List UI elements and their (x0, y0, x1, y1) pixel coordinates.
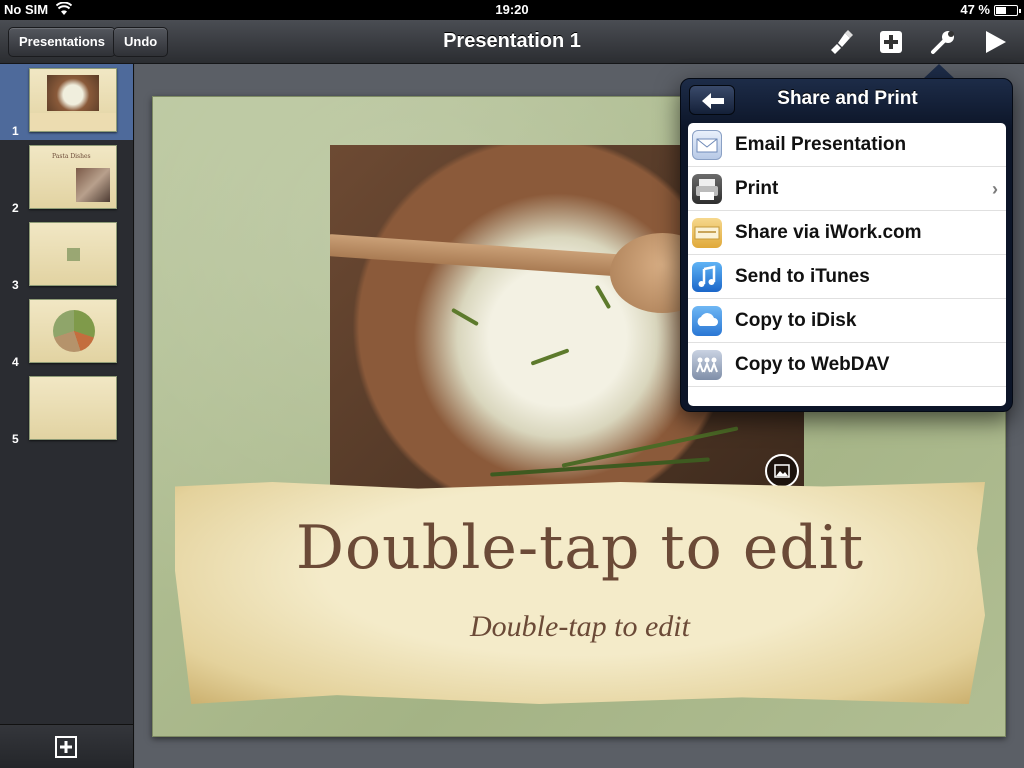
item-label: Copy to iDisk (735, 310, 857, 331)
pie-chart-icon (53, 310, 95, 352)
slide-thumbnail-1[interactable]: 1 (0, 64, 133, 140)
toolbar: Presentations Undo Presentation 1 (0, 20, 1024, 64)
slide-thumbnail-image (29, 68, 117, 132)
add-slide-icon[interactable] (55, 736, 77, 758)
item-label: Copy to WebDAV (735, 354, 890, 375)
slide-number: 5 (12, 432, 19, 446)
slide-thumbnail-image (29, 299, 117, 363)
slide-thumbnail-image: Pasta Dishes (29, 145, 117, 209)
item-label: Email Presentation (735, 134, 907, 155)
share-print-popover: Share and Print Email Presentation Print… (680, 78, 1013, 412)
email-presentation-item[interactable]: Email Presentation (688, 123, 1006, 167)
slide-title[interactable]: Double-tap to edit (153, 513, 1007, 583)
share-iwork-item[interactable]: Share via iWork.com (688, 211, 1006, 255)
thumbnail-caption: Pasta Dishes (52, 153, 91, 160)
insert-plus-icon[interactable] (876, 28, 906, 56)
slide-number: 2 (12, 201, 19, 215)
slide-subtitle[interactable]: Double-tap to edit (153, 610, 1007, 644)
battery-icon (994, 5, 1021, 16)
tools-wrench-icon[interactable] (928, 28, 958, 56)
copy-webdav-item[interactable]: Copy to WebDAV (688, 343, 1006, 387)
item-label: Print (735, 178, 779, 199)
popover-arrow (923, 64, 955, 79)
printer-icon (692, 174, 722, 204)
iwork-icon (692, 218, 722, 248)
itunes-icon (692, 262, 722, 292)
slide-thumbnail-3[interactable]: 3 (0, 218, 133, 294)
slide-thumbnail-2[interactable]: Pasta Dishes 2 (0, 141, 133, 217)
battery-percent: 47 % (960, 2, 990, 17)
play-icon[interactable] (980, 28, 1010, 56)
slide-thumbnail-image (29, 376, 117, 440)
document-title: Presentation 1 (443, 30, 581, 52)
webdav-icon (692, 350, 722, 380)
idisk-icon (692, 306, 722, 336)
sidebar-footer (0, 724, 133, 768)
send-itunes-item[interactable]: Send to iTunes (688, 255, 1006, 299)
slide-thumbnail-4[interactable]: 4 (0, 295, 133, 371)
item-label: Send to iTunes (735, 266, 870, 287)
print-item[interactable]: Print › (688, 167, 1006, 211)
copy-idisk-item[interactable]: Copy to iDisk (688, 299, 1006, 343)
status-bar: No SIM 19:20 47 % (0, 0, 1024, 20)
format-brush-icon[interactable] (825, 28, 855, 56)
slide-thumbnail-5[interactable]: 5 (0, 372, 133, 448)
popover-title: Share and Print (777, 88, 918, 109)
chevron-right-icon: › (992, 179, 998, 199)
slide-number: 3 (12, 278, 19, 292)
mail-icon (692, 130, 722, 160)
slide-thumbnail-image (29, 222, 117, 286)
clock: 19:20 (495, 2, 529, 17)
share-options-list: Email Presentation Print › Share via iWo… (688, 123, 1006, 406)
replace-image-icon[interactable] (765, 454, 799, 488)
slide-number: 1 (12, 124, 19, 138)
slide-number: 4 (12, 355, 19, 369)
slide-navigator: 1 Pasta Dishes 2 3 4 5 (0, 64, 134, 768)
item-label: Share via iWork.com (735, 222, 922, 243)
